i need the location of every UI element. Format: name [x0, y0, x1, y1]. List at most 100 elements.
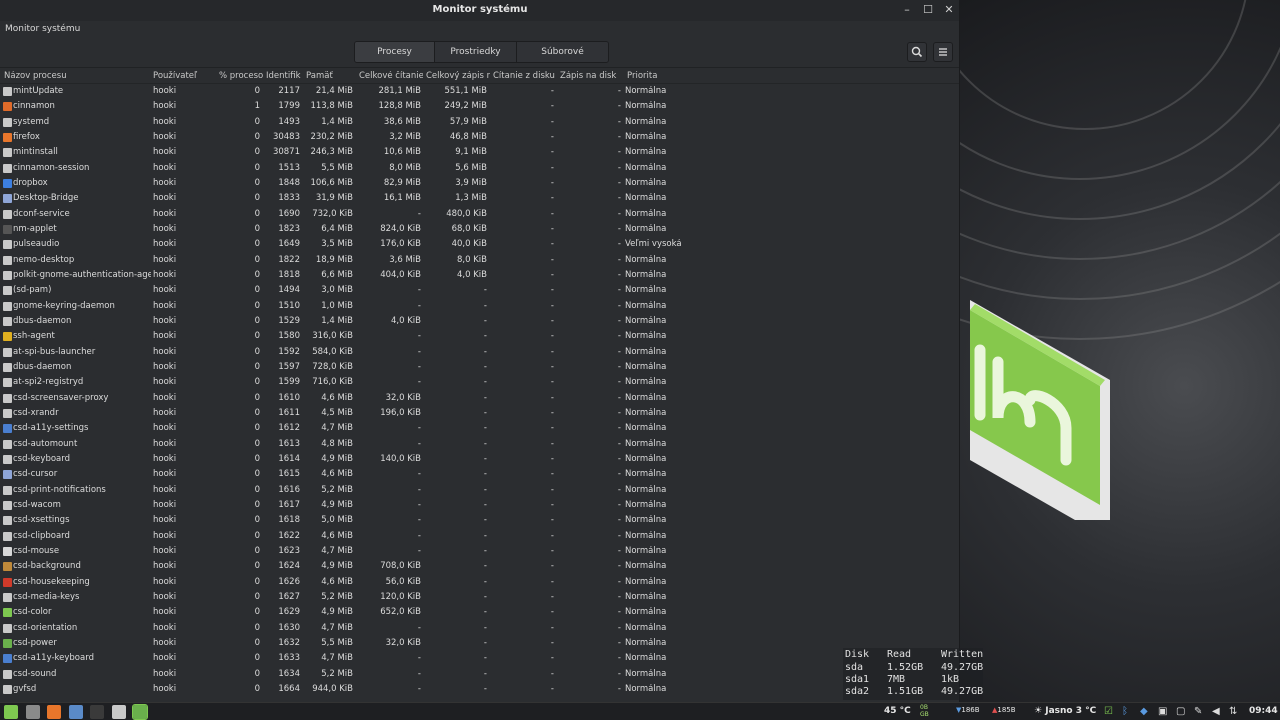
process-user: hooki — [153, 361, 177, 372]
table-row[interactable]: csd-orientation hooki 0 1630 4,7 MiB - - - - Norm… — [0, 622, 959, 637]
terminal-icon[interactable] — [90, 705, 104, 719]
column-header-disk-read[interactable]: Čítanie z disku — [493, 71, 557, 81]
table-row[interactable]: ssh-agent hooki 0 1580 316,0 KiB - - - - Normálna — [0, 330, 959, 345]
table-row[interactable]: csd-sound hooki 0 1634 5,2 MiB - - - - Normálna — [0, 668, 959, 683]
process-cpu: 0 — [254, 131, 260, 142]
process-priority: Normálna — [625, 300, 667, 311]
process-priority: Normálna — [625, 653, 667, 664]
process-pid: 30871 — [272, 147, 300, 158]
window-titlebar[interactable]: Monitor systému – ☐ ✕ — [0, 0, 959, 21]
bluetooth-icon[interactable]: ᛒ — [1122, 706, 1133, 717]
table-row[interactable]: pulseaudio hooki 0 1649 3,5 MiB 176,0 KiB 40,0… — [0, 238, 959, 253]
table-row[interactable]: csd-print-notifications hooki 0 1616 5,2 MiB… — [0, 484, 959, 499]
process-icon — [3, 592, 12, 602]
table-row[interactable]: gnome-keyring-daemon hooki 0 1510 1,0 MiB - - -… — [0, 300, 959, 315]
column-header-user[interactable]: Používateľ — [153, 71, 215, 81]
menu-icon[interactable] — [4, 705, 18, 719]
tab-file-systems[interactable]: Súborové systémy — [517, 42, 608, 62]
table-row[interactable]: csd-background hooki 0 1624 4,9 MiB 708,0 KiB… — [0, 560, 959, 575]
firefox-icon[interactable] — [47, 705, 61, 719]
column-header-memory[interactable]: Pamäť — [306, 71, 356, 81]
files-icon[interactable] — [111, 705, 126, 719]
process-priority: Normálna — [625, 315, 667, 326]
table-row[interactable]: dbus-daemon hooki 0 1529 1,4 MiB 4,0 KiB - - - No… — [0, 315, 959, 330]
process-pid: 1614 — [278, 453, 300, 464]
column-header-total-read[interactable]: Celkové čítanie — [359, 71, 423, 81]
table-row[interactable]: cinnamon hooki 1 1799 113,8 MiB 128,8 MiB 249,… — [0, 100, 959, 115]
search-button[interactable] — [907, 42, 927, 62]
table-row[interactable]: mintinstall hooki 0 30871 246,3 MiB 10,6 MiB 9… — [0, 146, 959, 161]
process-priority: Normálna — [625, 86, 667, 96]
update-icon[interactable]: ☑ — [1104, 706, 1115, 717]
column-header-pid[interactable]: Identifik — [266, 71, 303, 81]
memory-indicator[interactable]: 0B GB — [920, 704, 929, 718]
process-total-read: 120,0 KiB — [380, 591, 421, 602]
close-button[interactable]: ✕ — [940, 2, 958, 18]
table-row[interactable]: nemo-desktop hooki 0 1822 18,9 MiB 3,6 MiB 8,0… — [0, 254, 959, 269]
table-row[interactable]: csd-color hooki 0 1629 4,9 MiB 652,0 KiB - - - No… — [0, 606, 959, 621]
tab-processes[interactable]: Procesy — [355, 42, 435, 62]
table-row[interactable]: dconf-service hooki 0 1690 732,0 KiB - 480,0 K… — [0, 208, 959, 223]
table-row[interactable]: gvfsd hooki 0 1664 944,0 KiB - - - - Normálna — [0, 683, 959, 698]
column-header-name[interactable]: Názov procesu — [4, 71, 150, 81]
process-cpu: 0 — [254, 392, 260, 403]
table-row[interactable]: csd-housekeeping hooki 0 1626 4,6 MiB 56,0 Ki… — [0, 576, 959, 591]
table-row[interactable]: (sd-pam) hooki 0 1494 3,0 MiB - - - - Normálna — [0, 284, 959, 299]
pen-icon[interactable]: ✎ — [1194, 706, 1205, 717]
table-row[interactable]: systemd hooki 0 1493 1,4 MiB 38,6 MiB 57,9 MiB… — [0, 116, 959, 131]
show-desktop-icon[interactable] — [25, 705, 40, 719]
process-pid: 1617 — [278, 499, 300, 510]
table-row[interactable]: csd-a11y-keyboard hooki 0 1633 4,7 MiB - - - - No… — [0, 652, 959, 667]
process-total-write: 9,1 MiB — [455, 147, 487, 158]
main-menu-button[interactable] — [933, 42, 953, 62]
table-row[interactable]: at-spi2-registryd hooki 0 1599 716,0 KiB - - - -… — [0, 376, 959, 391]
column-header-cpu[interactable]: % procesor — [219, 71, 263, 81]
app-menu[interactable]: Monitor systému — [5, 24, 80, 34]
process-memory: 106,6 MiB — [310, 177, 353, 188]
table-row[interactable]: firefox hooki 0 30483 230,2 MiB 3,2 MiB 46,8 M… — [0, 131, 959, 146]
table-row[interactable]: csd-xsettings hooki 0 1618 5,0 MiB - - - - Normál… — [0, 514, 959, 529]
settings-icon[interactable] — [68, 705, 83, 719]
process-pid: 1529 — [278, 315, 300, 326]
minimize-button[interactable]: – — [898, 2, 916, 18]
table-row[interactable]: csd-mouse hooki 0 1623 4,7 MiB - - - - Normálna — [0, 545, 959, 560]
network-icon[interactable]: ⇅ — [1229, 706, 1240, 717]
process-total-write: - — [483, 453, 487, 464]
column-header-priority[interactable]: Priorita — [627, 71, 687, 81]
process-pid: 1599 — [278, 377, 300, 388]
table-row[interactable]: csd-screensaver-proxy hooki 0 1610 4,6 MiB 32… — [0, 392, 959, 407]
table-row[interactable]: at-spi-bus-launcher hooki 0 1592 584,0 KiB - -… — [0, 346, 959, 361]
dropbox-icon[interactable]: ◆ — [1140, 706, 1151, 717]
system-monitor-icon[interactable] — [132, 704, 148, 720]
table-row[interactable]: csd-media-keys hooki 0 1627 5,2 MiB 120,0 KiB… — [0, 591, 959, 606]
maximize-button[interactable]: ☐ — [919, 2, 937, 18]
column-header-disk-write[interactable]: Zápis na disk — [560, 71, 624, 81]
table-row[interactable]: polkit-gnome-authentication-agent-1hooki… — [0, 269, 959, 284]
process-name: Desktop-Bridge — [13, 193, 79, 204]
conky-cell: 49.27GB — [941, 662, 984, 673]
table-row[interactable]: csd-clipboard hooki 0 1622 4,6 MiB - - - - Normál… — [0, 530, 959, 545]
table-row[interactable]: Desktop-Bridge hooki 0 1833 31,9 MiB 16,1 MiB… — [0, 192, 959, 207]
table-row[interactable]: csd-wacom hooki 0 1617 4,9 MiB - - - - Normálna — [0, 499, 959, 514]
weather-applet[interactable]: ☀ Jasno 3 °C — [1034, 706, 1096, 716]
screenshot-icon[interactable]: ▢ — [1176, 706, 1187, 717]
process-disk-write: - — [617, 515, 621, 526]
process-disk-write: - — [617, 361, 621, 372]
table-row[interactable]: nm-applet hooki 0 1823 6,4 MiB 824,0 KiB 68,0 … — [0, 223, 959, 238]
table-row[interactable]: cinnamon-session hooki 0 1513 5,5 MiB 8,0 MiB… — [0, 162, 959, 177]
tab-resources[interactable]: Prostriedky — [435, 42, 517, 62]
lock-icon[interactable]: ▣ — [1158, 706, 1169, 717]
table-row[interactable]: csd-xrandr hooki 0 1611 4,5 MiB 196,0 KiB - - - N… — [0, 407, 959, 422]
clock[interactable]: 09:44 — [1249, 706, 1278, 716]
column-header-total-write[interactable]: Celkový zápis n — [426, 71, 490, 81]
table-row[interactable]: csd-power hooki 0 1632 5,5 MiB 32,0 KiB - - - Nor… — [0, 637, 959, 652]
table-row[interactable]: csd-a11y-settings hooki 0 1612 4,7 MiB - - - - No… — [0, 422, 959, 437]
table-row[interactable]: csd-cursor hooki 0 1615 4,6 MiB - - - - Normálna — [0, 468, 959, 483]
table-row[interactable]: csd-keyboard hooki 0 1614 4,9 MiB 140,0 KiB - -… — [0, 453, 959, 468]
volume-icon[interactable]: ◀ — [1212, 706, 1223, 717]
table-row[interactable]: mintUpdate hooki 0 2117 21,4 MiB 281,1 MiB 551… — [0, 85, 959, 100]
table-row[interactable]: csd-automount hooki 0 1613 4,8 MiB - - - - Normál… — [0, 438, 959, 453]
table-row[interactable]: dbus-daemon hooki 0 1597 728,0 KiB - - - - Normál… — [0, 361, 959, 376]
table-row[interactable]: dropbox hooki 0 1848 106,6 MiB 82,9 MiB 3,9 Mi… — [0, 177, 959, 192]
process-disk-read: - — [550, 361, 554, 372]
